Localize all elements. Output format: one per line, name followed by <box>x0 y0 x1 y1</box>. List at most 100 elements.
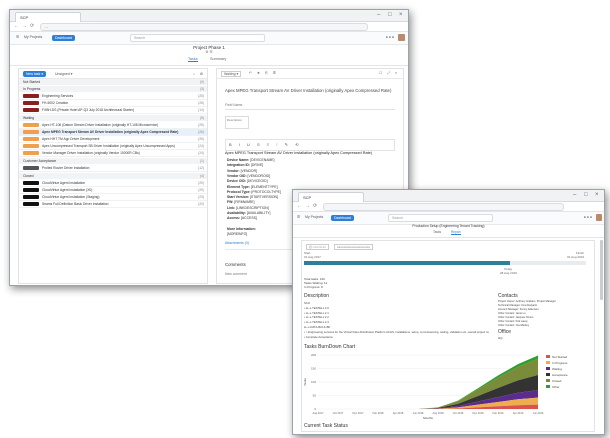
section-not-started[interactable]: Not Started (0) <box>19 79 207 85</box>
my-projects-link[interactable]: My Projects <box>24 35 42 39</box>
contact-item[interactable]: Other Contact: Jacques Simon <box>498 316 592 319</box>
new-task-button[interactable]: New task ▾ <box>23 70 47 77</box>
contact-item[interactable]: Other Contact: Janet Lu <box>498 312 592 315</box>
status-badge <box>23 166 39 171</box>
contact-item[interactable]: Project Owner: Anthony Graham, Project M… <box>498 300 592 303</box>
x-tick-label: Dec 2018 <box>472 411 484 415</box>
x-tick-label: Oct 2017 <box>333 411 344 415</box>
task-row[interactable]: Apex HT-106 (Datum Stream Driver Install… <box>19 122 207 129</box>
menu-icon[interactable]: ☰ <box>16 35 19 39</box>
x-tick-label: Oct 2018 <box>453 411 464 415</box>
section-closed[interactable]: Closed (4) <box>19 173 207 179</box>
contact-item[interactable]: Other Contact: Joe Markey <box>498 324 592 327</box>
section-in-progress[interactable]: In Progress (3) <box>19 86 207 92</box>
filter-select[interactable]: Unsigned ▾ <box>55 72 73 76</box>
description-line: Element Type: [ELEMENTTYPE] <box>227 184 278 189</box>
description-line: Vendor OID: [VENDOROID] <box>227 173 270 178</box>
x-tick-label: Aug 2018 <box>432 411 444 415</box>
contact-item[interactable]: Other Contact: Kirk Lausy <box>498 320 592 323</box>
task-row[interactable]: FH-5002 Creation (26) <box>19 100 207 107</box>
status-select[interactable]: Waiting ▾ <box>221 71 242 77</box>
minimize-icon[interactable]: – <box>377 12 383 18</box>
avatar[interactable] <box>398 34 405 41</box>
settings-icon[interactable]: ⚙ <box>200 72 203 76</box>
export-button[interactable]: ▭▭▭▭▭▭▭▭▭▭ <box>334 244 374 250</box>
field-name[interactable]: Field Name <box>225 103 395 110</box>
user-menu[interactable]: ● ● ● <box>386 35 394 39</box>
dashboard-button[interactable]: Dashboard <box>52 35 76 41</box>
task-title[interactable]: Apex MPEG Transport Stream AV Driver Ins… <box>225 88 397 93</box>
description-line: Device Name: [DEVICENAME] <box>227 158 275 162</box>
browser-tab[interactable]: SCP <box>15 12 81 22</box>
attachments-link[interactable]: Attachments (0) <box>225 241 249 245</box>
project-icons: ⚙ ☰ <box>205 50 213 54</box>
search-input[interactable]: Search <box>130 34 265 42</box>
description-line: Protocol Type: [PROTOCOLTYPE] <box>227 189 281 194</box>
task-row[interactable]: Vendor Manager Driver Installation (orig… <box>19 150 207 157</box>
tab-summary[interactable]: Summary <box>210 57 226 61</box>
maximize-icon[interactable]: □ <box>584 192 590 198</box>
description-line: Start Version: [STARTVERSION] <box>227 195 278 200</box>
task-row[interactable]: CloudVirtue Agent Installation (X0) (20) <box>19 187 207 194</box>
description-line: • LL-x-TESTELL 2.3 <box>304 320 329 325</box>
description-line: More Information: <box>227 226 256 231</box>
section-customer-acceptance[interactable]: Customer Acceptance (1) <box>19 158 207 164</box>
task-list-toolbar: New task ▾ Unsigned ▾ ⌕ ⚙ <box>19 69 207 79</box>
window-action-icons[interactable]: ☐ ⤢ × <box>379 71 399 75</box>
description-line: • LL-x-TESTELL 2.1 <box>304 310 329 315</box>
dashboard-button[interactable]: Dashboard <box>331 215 355 221</box>
task-row[interactable]: CloudVirtue Agent Installation (20) <box>19 180 207 187</box>
avatar[interactable] <box>596 214 602 221</box>
url-field[interactable] <box>323 203 564 211</box>
tab-tasks[interactable]: Tasks <box>433 230 441 234</box>
contact-item[interactable]: Technical Manager: Irma Dwiyanti <box>498 304 592 307</box>
legend-swatch <box>546 385 550 388</box>
contact-item[interactable]: Account Manager: Kenny Adamson <box>498 308 592 311</box>
project-header: Project Phase 1 ⚙ ☰ Tasks Summary <box>10 43 408 66</box>
scrollbar[interactable] <box>600 240 603 300</box>
print-button[interactable]: ⎙ ▭▭▭▭▭ <box>306 244 330 250</box>
description-line: Vendor: [VENDOR] <box>227 168 257 173</box>
browser-window-report: SCP – □ × ←→⟳ ☰ My Projects Dashboard Se… <box>292 189 605 435</box>
minimize-icon[interactable]: – <box>573 192 579 198</box>
office-heading: Office <box>498 329 511 335</box>
window-controls: – □ × <box>377 12 405 18</box>
close-icon[interactable]: × <box>399 12 405 18</box>
status-badge <box>23 181 39 186</box>
search-icon[interactable]: ⌕ <box>193 72 195 76</box>
close-icon[interactable]: × <box>595 192 601 198</box>
task-row[interactable]: Engineering Services (25) <box>19 93 207 100</box>
url-field[interactable]: ... <box>40 23 368 31</box>
tab-report[interactable]: Report <box>451 230 461 235</box>
y-tick-label: 150 <box>311 367 316 371</box>
progress-track <box>304 261 586 265</box>
task-row[interactable]: Prolled Router Driver Installation (12) <box>19 165 207 172</box>
my-projects-link[interactable]: My Projects <box>305 215 323 219</box>
browser-tab[interactable]: SCP <box>298 192 364 202</box>
contacts-heading: Contacts <box>498 293 518 299</box>
nav-arrows-icon[interactable]: ←→⟳ <box>14 23 37 29</box>
task-row[interactable]: Apex HHT TM App Driver Development (26) <box>19 136 207 143</box>
summary-lines: Total tasks: 120 Tasks Waiting: 11 In Pr… <box>304 277 327 289</box>
x-axis-label: Months <box>423 416 433 420</box>
nav-arrows-icon[interactable]: ←→⟳ <box>297 203 320 209</box>
task-row-selected[interactable]: Apex MPEG Transport Stream AV Driver Ins… <box>19 129 207 136</box>
description-line: • LL-x-TESTELL 2.0 <box>304 305 329 310</box>
task-row[interactable]: FXBH-DS (Private Hotel AP-Q3 July 2018 A… <box>19 107 207 114</box>
progress-end-date: 01 Aug 2019 <box>567 255 584 259</box>
x-tick-label: Apr 2018 <box>393 411 404 415</box>
task-row[interactable]: CloudVirtue Agent Installation (Staging)… <box>19 194 207 201</box>
menu-icon[interactable]: ☰ <box>297 215 300 219</box>
editor-toolbar[interactable]: B I U S ≡ ⁝ ✎ ⟲ <box>225 139 395 151</box>
legend-label: Other <box>552 385 560 389</box>
section-waiting[interactable]: Waiting (5) <box>19 115 207 121</box>
search-input[interactable]: Search <box>388 214 493 222</box>
maximize-icon[interactable]: □ <box>388 12 394 18</box>
tab-tasks[interactable]: Tasks <box>188 57 198 62</box>
task-row[interactable]: Apex Uncompressed Transport SB Driver In… <box>19 143 207 150</box>
formatting-icons[interactable]: ↶ ★ ⎘ ☰ <box>249 71 278 75</box>
new-comment-input[interactable]: New comment <box>225 272 247 276</box>
user-menu[interactable]: ● ● ● <box>584 215 592 219</box>
task-row[interactable]: Seams Full Definition Basic Driver Insta… <box>19 201 207 208</box>
status-badge <box>23 144 39 149</box>
